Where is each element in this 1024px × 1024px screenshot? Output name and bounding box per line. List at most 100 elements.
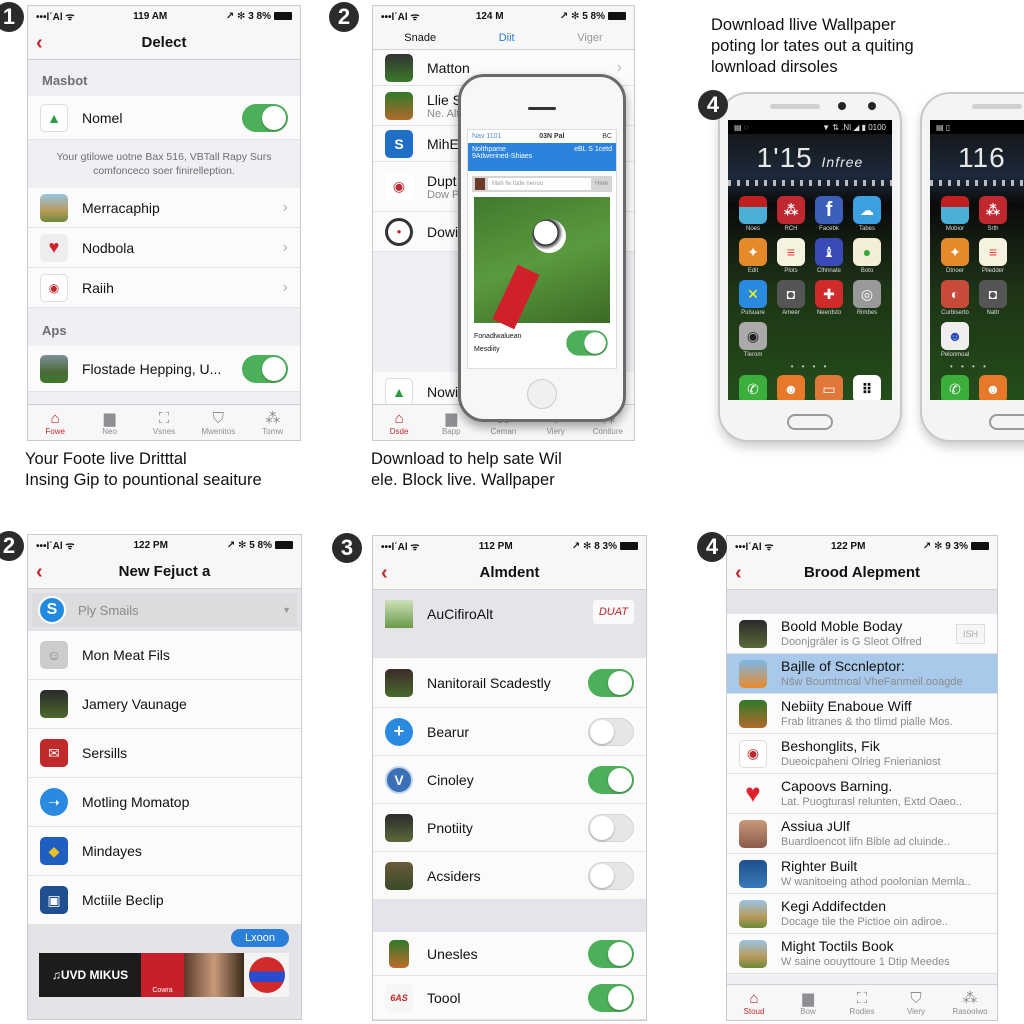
row-badge[interactable]: ISH (955, 623, 985, 644)
house-icon: ⌂ (749, 989, 759, 1007)
battery-status: ↗ ✻ 9 3% (923, 541, 989, 552)
notification-banner[interactable]: Nolthpame eBL S 1cetd 9Atlwerined-Shiaes (468, 143, 616, 171)
list-item[interactable]: Boold Moble Boday Doonjgräler is G Sleot … (727, 614, 997, 654)
toggle-switch[interactable] (588, 765, 634, 794)
toggle-switch[interactable] (588, 813, 634, 842)
tab-rasooiwo[interactable]: ⁂ Rasooiwo (945, 990, 995, 1016)
panel-3-caption: Download llive Wallpaper poting lor tates… (711, 16, 914, 76)
tab-neo[interactable]: ▆ Neo (85, 410, 135, 436)
back-arrow-icon[interactable]: ‹ (381, 562, 388, 585)
duat-button[interactable]: DUAT (592, 600, 634, 624)
contacts-icon[interactable]: ☻Deskes (774, 375, 808, 400)
tab-viery[interactable]: ⛉Viery (891, 990, 941, 1016)
tab-bow[interactable]: ▆ Bow (783, 990, 833, 1016)
tab-bar: ⌂ Fowe ▆ Neo ⛶ Vsnes ⛉ Mwenitos ⁂ Tomw (28, 404, 300, 440)
list-item[interactable]: ✉ Sersills (28, 729, 301, 778)
row-title: Capoovs Barning. (781, 777, 893, 794)
phone-icon[interactable]: ✆Cardo (938, 375, 972, 400)
page-indicator: • • • • (790, 362, 830, 371)
weather-icon[interactable]: ☁ Tabes (850, 196, 884, 232)
messages-icon[interactable]: ▭Diasdeinsr (812, 375, 846, 400)
back-arrow-icon[interactable]: ‹ (735, 562, 742, 585)
app-icon[interactable]: ⁂ RCH (774, 196, 808, 232)
row-label: Nomel (82, 109, 123, 126)
search-input[interactable]: Mah fw tode nenou (488, 178, 591, 190)
tab-snade[interactable]: Snade (394, 28, 446, 48)
list-item[interactable]: ◆ Mindayes (28, 827, 301, 876)
inner-status-bar: Nav 1101 03N Pal BC (472, 133, 612, 140)
account-dropdown[interactable]: S Ply Smails ▼ (32, 593, 297, 627)
camera-icon[interactable]: ◘ Ameer (774, 280, 808, 316)
app-icon[interactable]: ⁂ Srth (976, 196, 1010, 232)
back-arrow-icon[interactable]: ‹ (36, 561, 43, 584)
screen-brood-alepment: •••l΄Al ᯤ 122 PM ↗ ✻ 9 3% ‹ Brood Alepme… (726, 535, 998, 1021)
list-item[interactable]: Kegi Addifectden Docage tile the Pictioe … (727, 894, 997, 934)
list-item[interactable]: ♥ Nodbola › (28, 228, 300, 268)
toggle-switch[interactable] (588, 983, 634, 1012)
app-icon[interactable]: ● Boto (850, 238, 884, 274)
tab-dsde[interactable]: ⌂ Dsde (374, 410, 424, 436)
list-item[interactable]: Might Toctils Book W saine oouyttoure 1 D… (727, 934, 997, 974)
promo-banner[interactable]: ♫ UVD MIKUS Cowra (39, 953, 289, 997)
app-icon[interactable]: ✦ Dtnoer (938, 238, 972, 274)
list-item[interactable]: Nebiity Enaboue Wiff Frab litranes & tho … (727, 694, 997, 734)
nomel-toggle[interactable] (242, 103, 288, 132)
notes-icon[interactable]: ≡ Plots (774, 238, 808, 274)
list-item[interactable]: ◉ Raiih › (28, 268, 300, 308)
facebook-icon[interactable]: f Facebk (812, 196, 846, 232)
maps-icon[interactable]: ✕ Pulsuare (736, 280, 770, 316)
home-button[interactable] (989, 414, 1024, 430)
app-icon[interactable]: Mobior (938, 196, 972, 232)
inner-setting-toggle[interactable] (566, 330, 608, 356)
back-arrow-icon[interactable]: ‹ (36, 32, 43, 55)
profile-icon[interactable]: ☻ Pelonmoal (938, 322, 972, 358)
list-item[interactable]: ▣ Mctiile Beclip (28, 876, 301, 925)
toggle-row: Acsiders (373, 852, 646, 900)
app-icon[interactable]: ◐ Curbiserto (938, 280, 972, 316)
toggle-switch[interactable] (588, 668, 634, 697)
list-item[interactable]: ◉ Beshonglits, Fik Dueoicpaheni Olrieg Fni… (727, 734, 997, 774)
phone-icon[interactable]: ✆Dharso (736, 375, 770, 400)
row-label: Nebiity Enaboue Wiff Frab litranes & tho … (781, 698, 985, 730)
notes-icon[interactable]: ≡ Piledder (976, 238, 1010, 274)
tab-mwenitos[interactable]: ⛉ Mwenitos (193, 410, 243, 436)
app-icon[interactable]: ♝ Clhnnate (812, 238, 846, 274)
list-item[interactable]: Assiua ᴊUlf Buardloencot lifn Bible ad cl… (727, 814, 997, 854)
app-icon[interactable]: Noes (736, 196, 770, 232)
list-item[interactable]: ♥ Capoovs Barning. Lat. Puogturasl relunte… (727, 774, 997, 814)
search-button[interactable]: Here (591, 181, 612, 187)
flostade-toggle[interactable] (242, 354, 288, 383)
tab-tomw[interactable]: ⁂ Tomw (248, 410, 298, 436)
speaker-grille (972, 104, 1022, 109)
iphone-preview: Nav 1101 03N Pal BC Nolthpame eBL S 1cetd… (458, 74, 626, 422)
tab-vsnes[interactable]: ⛶ Vsnes (139, 410, 189, 436)
toggle-switch[interactable] (588, 861, 634, 890)
list-item[interactable]: Righter Built W wanitoeing athod poolonia… (727, 854, 997, 894)
toggle-switch[interactable] (588, 717, 634, 746)
row-label: Nodbola (82, 239, 135, 256)
android-phone-2: ▤ ▯▼ 116 Mobior ⁂Srth ✦Dtnoer ≡Piledder … (920, 92, 1024, 442)
list-item[interactable]: Merracaphip › (28, 188, 300, 228)
app-icon[interactable]: ✚ Neerdsto (812, 280, 846, 316)
step-badge-4: 4 (698, 90, 728, 120)
list-item[interactable]: Jamery Vaunage (28, 680, 301, 729)
toggle-switch[interactable] (588, 939, 634, 968)
list-item[interactable]: ➝ Motling Momatop (28, 778, 301, 827)
tab-diit[interactable]: Diit (468, 28, 545, 53)
app-icon[interactable]: ✦ Edit (736, 238, 770, 274)
home-button[interactable] (787, 414, 833, 430)
tab-home[interactable]: ⌂ Fowe (30, 410, 80, 436)
contacts-icon[interactable]: ☻Avrion (976, 375, 1010, 400)
home-button[interactable] (527, 379, 557, 409)
settings-icon[interactable]: ◎ Rimbes (850, 280, 884, 316)
list-item[interactable]: Bajlle of Sccnleptor: Nšw Boumtmoal VheFa… (727, 654, 997, 694)
panel-1-caption: Your Foote live Dritttal Insing Gip to po… (25, 450, 262, 489)
camera-icon[interactable]: ◘ Nattr (976, 280, 1010, 316)
list-item[interactable]: ☺ Mon Meat Fils (28, 631, 301, 680)
chat-bubble-button[interactable]: Lxoon (231, 929, 289, 947)
tab-stoud[interactable]: ⌂ Stoud (729, 990, 779, 1016)
app-drawer-icon[interactable]: ⠿Sinbat (850, 375, 884, 400)
tab-viger[interactable]: Viger (567, 28, 612, 48)
tab-rodies[interactable]: ⛶ Rodies (837, 990, 887, 1016)
app-icon[interactable]: ◉ Tlerom (736, 322, 770, 358)
